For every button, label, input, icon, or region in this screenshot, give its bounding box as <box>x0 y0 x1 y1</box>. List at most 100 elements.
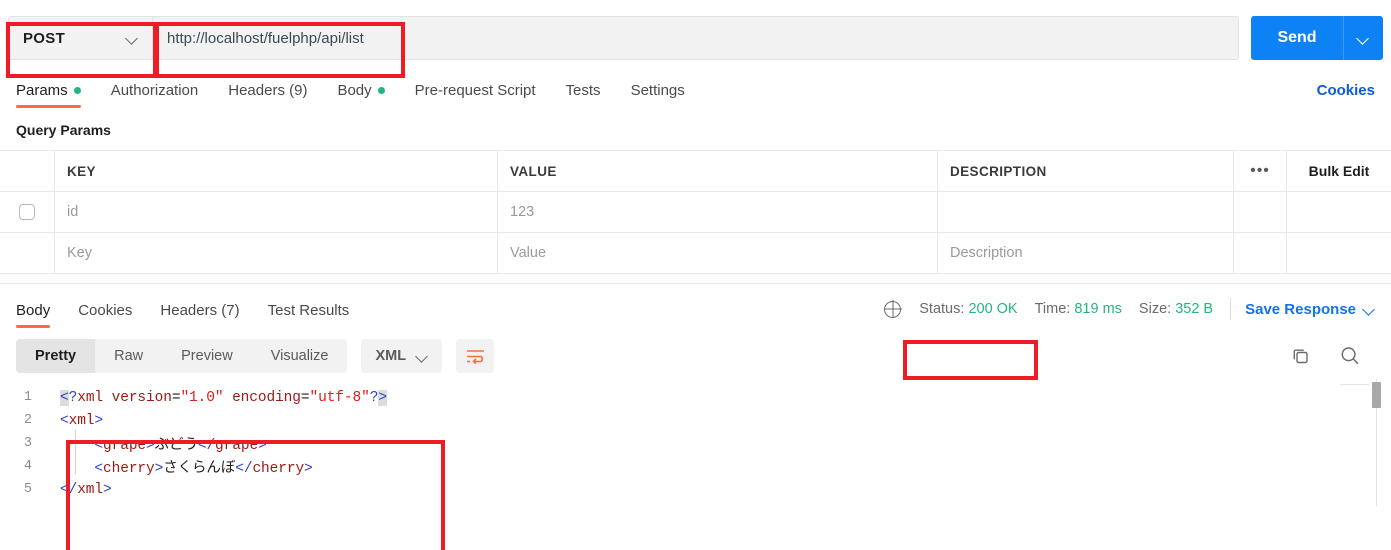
format-label: XML <box>375 348 406 364</box>
chevron-down-icon <box>127 33 138 44</box>
code-line: 1 <?xml version="1.0" encoding="utf-8"?> <box>0 386 1391 409</box>
size-label: Size: <box>1139 301 1171 317</box>
table-row[interactable]: Key Value Description <box>0 233 1391 274</box>
row-options-cell <box>1233 192 1286 232</box>
response-body-viewer[interactable]: 1 <?xml version="1.0" encoding="utf-8"?>… <box>0 376 1391 506</box>
time-badge: Time: 819 ms <box>1035 301 1122 317</box>
save-response-button[interactable]: Save Response <box>1245 301 1375 318</box>
copy-icon <box>1291 346 1311 366</box>
new-param-key-input[interactable]: Key <box>67 245 92 261</box>
copy-button[interactable] <box>1291 346 1311 366</box>
row-bulk-cell <box>1286 233 1391 273</box>
tab-label: Body <box>337 82 371 99</box>
url-input[interactable]: http://localhost/fuelphp/api/list <box>152 16 1239 60</box>
tab-label: Pre-request Script <box>415 82 536 99</box>
code-line: 5 </xml> <box>0 478 1391 501</box>
tab-body[interactable]: Body <box>337 82 384 108</box>
query-params-table: KEY VALUE DESCRIPTION ••• Bulk Edit id 1… <box>0 150 1391 274</box>
line-number: 3 <box>0 436 46 451</box>
wrap-lines-icon <box>466 349 485 364</box>
code-content[interactable]: <?xml version="1.0" encoding="utf-8"?> <box>46 390 387 406</box>
send-button[interactable]: Send <box>1251 16 1343 60</box>
tab-label: Headers (9) <box>228 82 307 99</box>
wrap-lines-button[interactable] <box>456 339 494 373</box>
view-mode-visualize[interactable]: Visualize <box>252 339 348 373</box>
new-param-description-input[interactable]: Description <box>950 245 1023 261</box>
time-label: Time: <box>1035 301 1071 317</box>
divider <box>1230 298 1231 320</box>
column-header-description: DESCRIPTION <box>950 164 1047 179</box>
view-mode-raw[interactable]: Raw <box>95 339 162 373</box>
tab-label: Authorization <box>111 82 199 99</box>
url-bar: POST http://localhost/fuelphp/api/list S… <box>0 12 1391 64</box>
tab-authorization[interactable]: Authorization <box>111 82 199 108</box>
header-checkbox-cell <box>0 151 55 191</box>
indent-guide <box>75 430 76 474</box>
tab-response-headers[interactable]: Headers (7) <box>160 302 239 328</box>
ellipsis-icon[interactable]: ••• <box>1250 167 1270 175</box>
tab-headers[interactable]: Headers (9) <box>228 82 307 108</box>
line-number: 4 <box>0 459 46 474</box>
line-number: 5 <box>0 482 46 497</box>
status-label: Status: <box>919 301 964 317</box>
tab-pre-request-script[interactable]: Pre-request Script <box>415 82 536 108</box>
size-value: 352 B <box>1175 301 1213 317</box>
time-value: 819 ms <box>1074 301 1122 317</box>
send-options-button[interactable] <box>1343 16 1383 60</box>
tab-response-cookies[interactable]: Cookies <box>78 302 132 328</box>
code-line: 4 <cherry>さくらんぼ</cherry> <box>0 455 1391 478</box>
format-dropdown[interactable]: XML <box>361 339 442 373</box>
status-value: 200 OK <box>968 301 1017 317</box>
status-badge: Status: 200 OK <box>919 301 1017 317</box>
modified-dot-icon <box>378 87 385 94</box>
globe-icon <box>884 301 901 318</box>
search-icon <box>1339 345 1361 367</box>
size-badge: Size: 352 B <box>1139 301 1213 317</box>
postman-request-window: POST http://localhost/fuelphp/api/list S… <box>0 12 1391 550</box>
table-header-row: KEY VALUE DESCRIPTION ••• Bulk Edit <box>0 151 1391 192</box>
row-options-cell <box>1233 233 1286 273</box>
code-content[interactable]: <xml> <box>46 413 103 429</box>
tab-params[interactable]: Params <box>16 82 81 108</box>
line-number: 1 <box>0 390 46 405</box>
code-line: 3 <grape>ぶどう</grape> <box>0 432 1391 455</box>
code-content[interactable]: <grape>ぶどう</grape> <box>46 433 267 454</box>
modified-dot-icon <box>74 87 81 94</box>
tab-tests[interactable]: Tests <box>566 82 601 108</box>
send-group: Send <box>1251 16 1383 60</box>
scrollbar-thumb[interactable] <box>1372 382 1381 408</box>
table-row[interactable]: id 123 <box>0 192 1391 233</box>
code-line: 2 <xml> <box>0 409 1391 432</box>
code-content[interactable]: <cherry>さくらんぼ</cherry> <box>46 456 313 477</box>
chevron-down-icon <box>417 351 428 362</box>
line-number: 2 <box>0 413 46 428</box>
view-mode-group: Pretty Raw Preview Visualize <box>16 339 347 373</box>
row-checkbox[interactable] <box>19 204 35 220</box>
response-actions <box>1291 345 1375 367</box>
code-content[interactable]: </xml> <box>46 482 112 498</box>
scroll-track-top <box>1340 384 1369 385</box>
chevron-down-icon <box>1364 304 1375 315</box>
tab-settings[interactable]: Settings <box>631 82 685 108</box>
tab-response-body[interactable]: Body <box>16 302 50 328</box>
search-button[interactable] <box>1339 345 1361 367</box>
tab-label: Settings <box>631 82 685 99</box>
request-tabs: Params Authorization Headers (9) Body Pr… <box>0 70 1391 108</box>
response-view-toolbar: Pretty Raw Preview Visualize XML <box>0 328 1391 376</box>
bulk-edit-button[interactable]: Bulk Edit <box>1309 163 1370 179</box>
view-mode-preview[interactable]: Preview <box>162 339 252 373</box>
tab-label: Params <box>16 82 68 99</box>
new-param-value-input[interactable]: Value <box>510 245 546 261</box>
tab-test-results[interactable]: Test Results <box>268 302 350 328</box>
chevron-down-icon <box>1358 33 1369 44</box>
cookies-link[interactable]: Cookies <box>1317 82 1375 108</box>
section-divider <box>0 274 1391 284</box>
param-key-input[interactable]: id <box>67 204 78 220</box>
column-header-value: VALUE <box>510 164 557 179</box>
http-method-dropdown[interactable]: POST <box>8 16 152 60</box>
query-params-title: Query Params <box>0 108 1391 150</box>
response-meta: Status: 200 OK Time: 819 ms Size: 352 B … <box>884 298 1375 328</box>
param-value-input[interactable]: 123 <box>510 204 534 220</box>
view-mode-pretty[interactable]: Pretty <box>16 339 95 373</box>
save-response-label: Save Response <box>1245 301 1356 318</box>
